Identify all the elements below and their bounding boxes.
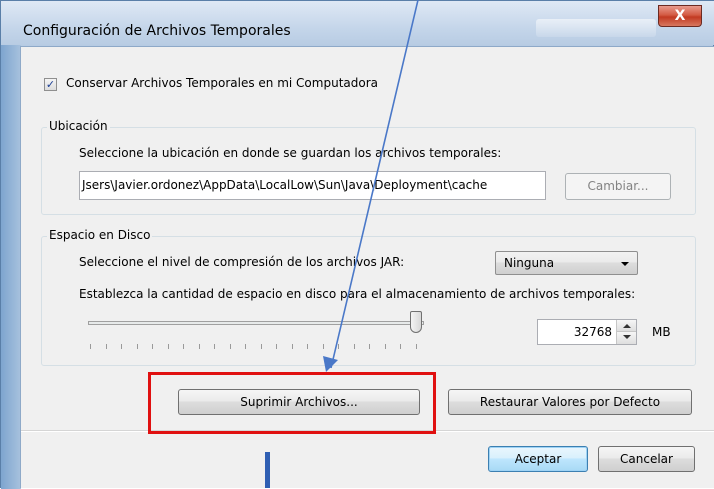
ok-label: Aceptar xyxy=(514,452,562,466)
compression-prompt: Seleccione el nivel de compresión de los… xyxy=(79,255,405,269)
title-bar-reflection xyxy=(536,19,656,37)
slider-tick xyxy=(245,344,246,349)
window-border xyxy=(1,1,21,489)
disk-space-slider-thumb[interactable] xyxy=(410,311,422,333)
check-icon: ✓ xyxy=(45,78,56,91)
cancel-button[interactable]: Cancelar xyxy=(598,446,695,472)
slider-tick xyxy=(338,344,339,349)
close-icon: X xyxy=(674,8,686,24)
slider-tick xyxy=(105,344,107,349)
restore-defaults-label: Restaurar Valores por Defecto xyxy=(479,395,661,409)
highlight-box xyxy=(148,372,436,434)
slider-tick xyxy=(90,344,91,349)
title-bar[interactable]: Configuración de Archivos Temporales X xyxy=(1,1,714,45)
slider-tick xyxy=(415,344,417,349)
disk-space-slider-track[interactable] xyxy=(88,321,424,325)
slider-tick xyxy=(322,344,324,349)
close-button[interactable]: X xyxy=(658,5,702,27)
spinner-up-button[interactable] xyxy=(617,320,636,332)
slider-tick xyxy=(384,344,386,349)
slider-tick xyxy=(183,344,184,349)
slider-tick xyxy=(121,344,122,349)
cancel-label: Cancelar xyxy=(620,452,673,466)
arrow-up-icon xyxy=(623,324,631,328)
slider-tick xyxy=(214,344,215,349)
arrow-down-icon xyxy=(623,335,631,339)
compression-select[interactable]: Ninguna xyxy=(495,251,638,275)
slider-ticks xyxy=(90,344,424,349)
slider-tick xyxy=(198,344,200,349)
slider-tick xyxy=(291,344,293,349)
slider-tick xyxy=(369,344,370,349)
keep-files-checkbox[interactable]: ✓ xyxy=(44,78,57,91)
window-title: Configuración de Archivos Temporales xyxy=(23,23,291,39)
restore-defaults-button[interactable]: Restaurar Valores por Defecto xyxy=(448,389,692,415)
cache-path-field[interactable]: Jsers\Javier.ordonez\AppData\LocalLow\Su… xyxy=(79,171,546,200)
ok-button[interactable]: Aceptar xyxy=(488,446,588,472)
spinner-buttons xyxy=(616,320,636,344)
slider-tick xyxy=(400,344,401,349)
spinner-down-button[interactable] xyxy=(617,332,636,344)
slider-tick xyxy=(136,344,138,349)
keep-files-label[interactable]: Conservar Archivos Temporales en mi Comp… xyxy=(66,76,378,90)
location-legend: Ubicación xyxy=(47,119,110,133)
slider-tick xyxy=(276,344,277,349)
slider-tick xyxy=(229,344,231,349)
slider-tick xyxy=(167,344,169,349)
disk-space-value[interactable]: 32768 xyxy=(574,320,612,344)
chevron-down-icon xyxy=(621,262,629,266)
compression-value: Ninguna xyxy=(504,256,555,270)
space-prompt: Establezca la cantidad de espacio en dis… xyxy=(79,287,636,301)
change-location-button[interactable]: Cambiar... xyxy=(565,173,671,200)
change-location-label: Cambiar... xyxy=(587,179,649,193)
slider-tick xyxy=(307,344,308,349)
unit-label: MB xyxy=(652,325,671,339)
disk-space-legend: Espacio en Disco xyxy=(47,228,153,242)
disk-space-spinner[interactable]: 32768 xyxy=(537,319,637,345)
location-prompt: Seleccione la ubicación en donde se guar… xyxy=(79,146,502,160)
slider-tick xyxy=(353,344,355,349)
slider-tick xyxy=(260,344,262,349)
slider-tick xyxy=(152,344,153,349)
